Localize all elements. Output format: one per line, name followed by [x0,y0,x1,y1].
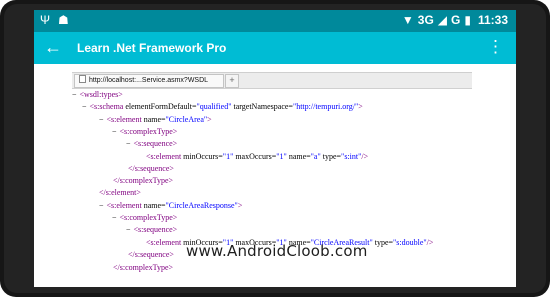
wifi-icon: ▼ [401,13,414,27]
app-bar: ← Learn .Net Framework Pro ⋮ [34,32,516,64]
app-title: Learn .Net Framework Pro [77,41,227,55]
xml-tag: </s:sequence> [128,164,174,173]
xml-attribute-name: minOccurs= [181,152,223,161]
xml-tag: </s:sequence> [128,250,174,259]
xml-tag: /> [361,152,369,161]
back-arrow-icon[interactable]: ← [44,36,62,58]
xml-tag: </s:element> [99,188,141,197]
xml-attribute-value: "s:double" [393,238,427,247]
xml-line: − <wsdl:types> [72,89,123,100]
xml-tag: <s:element [106,115,142,124]
xml-attribute-name: name= [141,115,166,124]
xml-tag: /> [426,238,434,247]
xml-attribute-value: "http://tempuri.org/" [292,102,359,111]
xml-line: </s:sequence> [128,163,174,174]
xml-line: − <s:schema elementFormDefault="qualified… [82,101,363,112]
collapse-toggle[interactable]: − [126,139,131,148]
xml-line: </s:sequence> [128,249,174,260]
xml-tag: <s:element [106,201,142,210]
xml-attribute-value: "CircleArea" [165,115,208,124]
xml-line: − <s:complexType> [112,212,177,223]
battery-icon: ▮ [464,13,471,27]
tab-title: http://localhost:...Service.asmx?WSDL [89,77,209,84]
xml-attribute-value: "1" [276,152,287,161]
usb-icon: Ψ [40,13,51,27]
xml-attribute-value: "a" [310,152,321,161]
xml-attribute-value: "1" [222,152,234,161]
xml-attribute-name: type= [372,238,394,247]
xml-tag: <s:sequence> [133,225,178,234]
xml-tag: > [207,115,212,124]
collapse-toggle[interactable]: − [82,102,87,111]
xml-line: <s:element minOccurs="1" maxOccurs="1" n… [146,151,368,162]
xml-tag: <s:complexType> [119,127,178,136]
collapse-toggle[interactable]: − [112,127,117,136]
xml-tag: <s:element [146,152,182,161]
network-type-secondary: G [451,13,461,27]
xml-attribute-value: "s:int" [341,152,362,161]
status-bar: Ψ ☗ ▼ 3G ◢ G ▮ 11:33 [34,10,516,32]
watermark: www.AndroidCloob.com [186,242,368,260]
xml-tag: <s:schema [89,102,124,111]
xml-attribute-name: name= [286,152,311,161]
xml-attribute-name: type= [320,152,342,161]
xml-line: − <s:element name="CircleAreaResponse"> [99,200,242,211]
phone-frame: Ψ ☗ ▼ 3G ◢ G ▮ 11:33 ← Learn .Net Framew… [0,0,550,297]
xml-tag: > [237,201,243,210]
xml-line: </s:complexType> [113,262,173,273]
browser-tab[interactable]: http://localhost:...Service.asmx?WSDL [74,74,224,88]
collapse-toggle[interactable]: − [99,115,104,124]
xml-tag: > [358,102,363,111]
xml-line: </s:complexType> [113,175,173,186]
collapse-toggle[interactable]: − [126,225,131,234]
xml-tag: <s:element [146,238,182,247]
xml-line: − <s:complexType> [112,126,177,137]
new-tab-button[interactable]: + [225,74,239,88]
xml-tag: <s:sequence> [133,139,178,148]
xml-line: − <s:sequence> [126,224,177,235]
overflow-menu-icon[interactable]: ⋮ [487,38,504,56]
xml-line: − <s:sequence> [126,138,177,149]
network-type-primary: 3G [417,13,434,27]
xml-tag: <wsdl:types> [79,90,123,99]
collapse-toggle[interactable]: − [99,201,104,210]
xml-attribute-name: targetNamespace= [231,102,293,111]
browser-tab-strip: http://localhost:...Service.asmx?WSDL + [72,72,472,89]
collapse-toggle[interactable]: − [72,90,77,99]
signal-icon: ◢ [437,13,448,27]
page-icon [79,75,86,83]
xml-attribute-value: "CircleAreaResponse" [165,201,238,210]
xml-attribute-name: name= [141,201,166,210]
android-debug-icon: ☗ [58,13,69,27]
xml-attribute-name: maxOccurs= [233,152,277,161]
xml-line: − <s:element name="CircleArea"> [99,114,212,125]
clock: 11:33 [477,13,508,27]
xml-line: </s:element> [99,187,141,198]
xml-attribute-name: elementFormDefault= [123,102,197,111]
xml-attribute-value: "qualified" [196,102,232,111]
xml-tag: </s:complexType> [113,263,174,272]
xml-tag: </s:complexType> [113,176,174,185]
xml-tag: <s:complexType> [119,213,178,222]
collapse-toggle[interactable]: − [112,213,117,222]
